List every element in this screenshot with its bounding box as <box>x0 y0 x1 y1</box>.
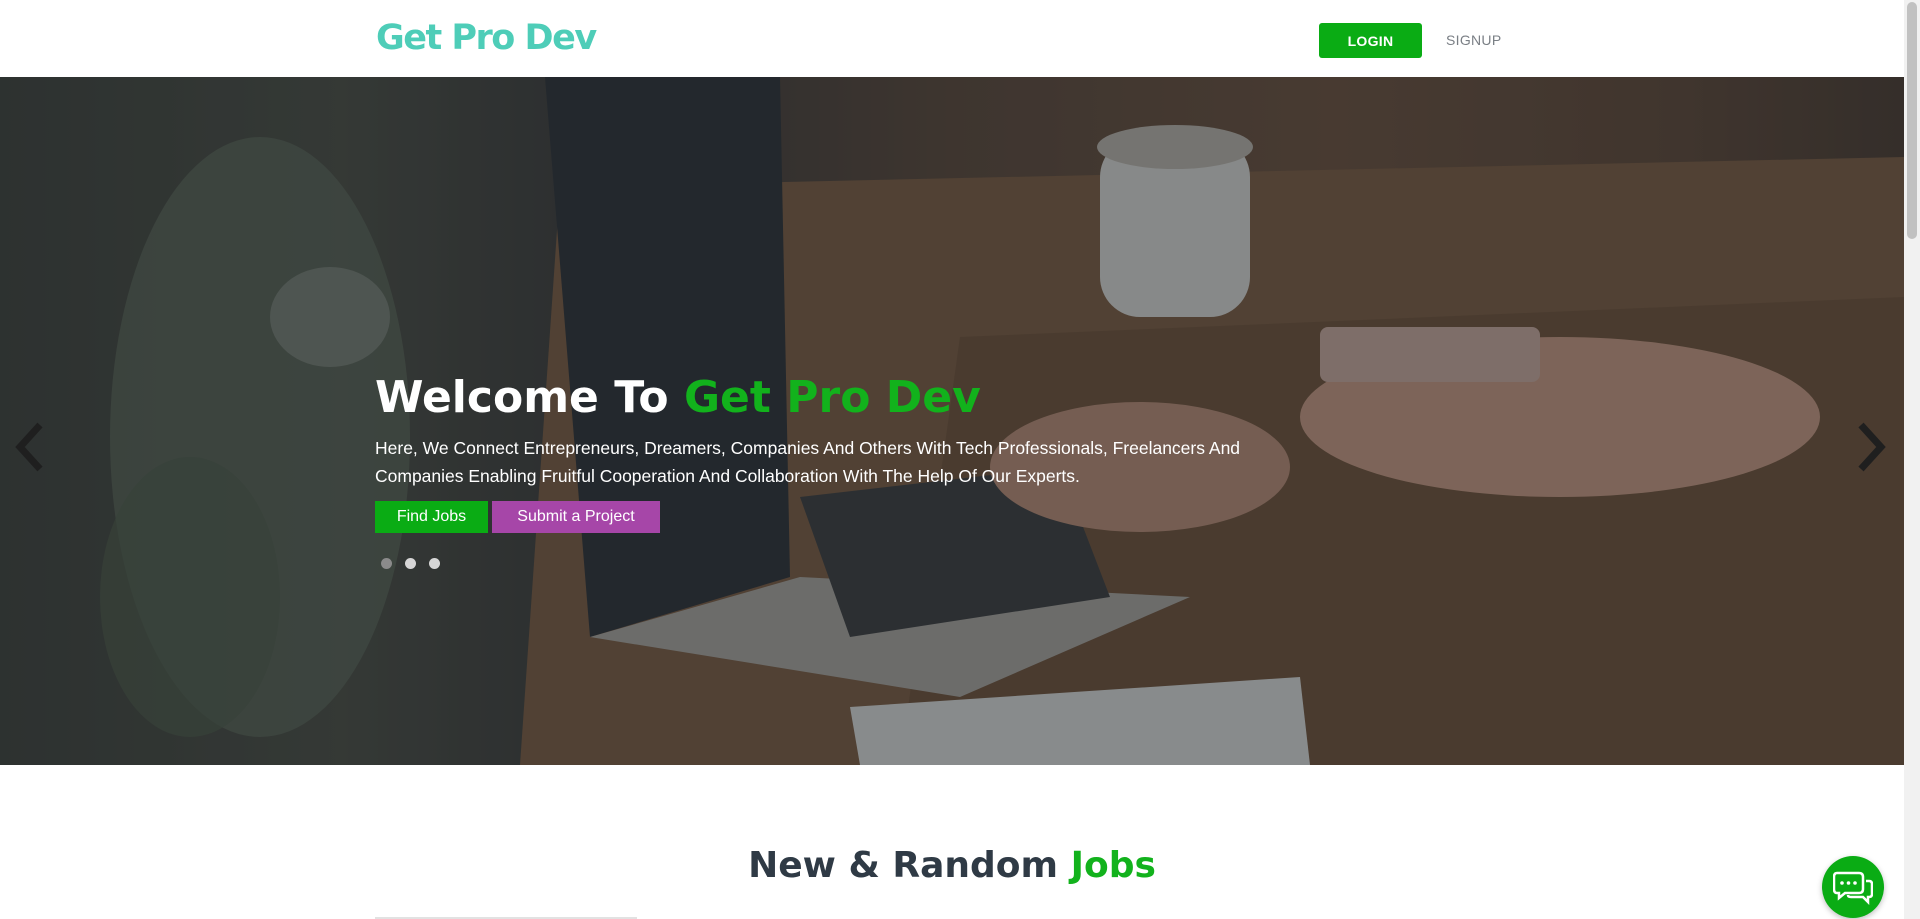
hero-carousel: Welcome To Get Pro Dev Here, We Connect … <box>0 77 1904 765</box>
section-title-prefix: New & Random <box>748 845 1071 886</box>
site-logo[interactable]: Get Pro Dev <box>376 16 597 60</box>
carousel-prev-button[interactable] <box>10 417 50 477</box>
hero-title-accent: Get Pro Dev <box>683 372 981 423</box>
carousel-next-button[interactable] <box>1851 417 1891 477</box>
submit-project-button[interactable]: Submit a Project <box>492 501 660 533</box>
find-jobs-button[interactable]: Find Jobs <box>375 501 488 533</box>
login-button[interactable]: LOGIN <box>1319 23 1422 58</box>
chat-button[interactable] <box>1822 856 1884 918</box>
carousel-indicators <box>381 558 440 569</box>
chevron-right-icon <box>1858 422 1886 472</box>
hero-description: Here, We Connect Entrepreneurs, Dreamers… <box>375 438 1241 486</box>
chat-bubbles-icon <box>1833 871 1873 905</box>
carousel-dot-1[interactable] <box>381 558 392 569</box>
scrollbar-thumb[interactable] <box>1907 2 1917 239</box>
hero-title: Welcome To Get Pro Dev <box>375 369 981 427</box>
site-header: Get Pro Dev LOGIN SIGNUP <box>0 0 1904 77</box>
page-scrollbar[interactable] <box>1904 0 1920 919</box>
section-title-accent: Jobs <box>1070 845 1156 886</box>
carousel-dot-3[interactable] <box>429 558 440 569</box>
page: Get Pro Dev LOGIN SIGNUP Welcome To Get … <box>0 0 1920 919</box>
signup-link[interactable]: SIGNUP <box>1446 23 1501 58</box>
chevron-left-icon <box>15 422 43 472</box>
hero-title-prefix: Welcome To <box>375 372 684 423</box>
section-title: New & Random Jobs <box>0 841 1904 891</box>
carousel-dot-2[interactable] <box>405 558 416 569</box>
